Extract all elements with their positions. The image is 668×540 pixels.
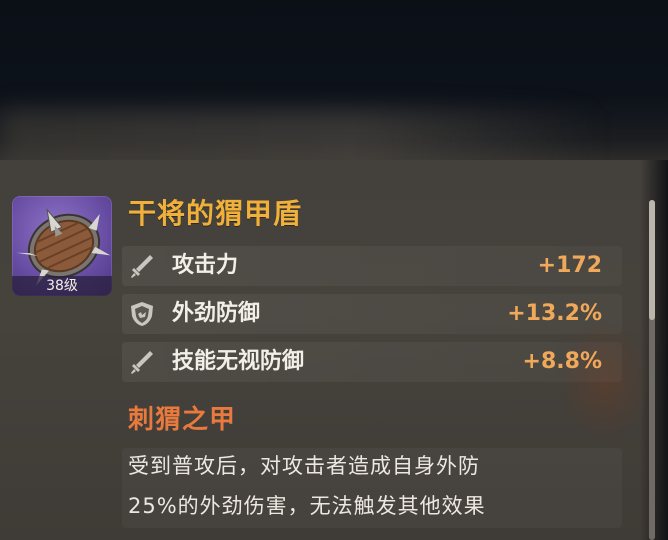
sword-icon [131,351,153,374]
stat-row-attack: 攻击力 +172 [122,246,622,286]
item-level-badge: 38级 [12,276,112,296]
skill-title: 刺猬之甲 [128,405,237,435]
stat-name: 技能无视防御 [172,349,305,374]
stat-value: +8.8% [522,349,602,374]
stat-row-ignore-defense: 技能无视防御 +8.8% [122,342,622,382]
skill-description-line: 25%的外劲伤害，无法触发其他效果 [128,494,486,518]
stat-value: +172 [537,253,602,278]
item-name: 干将的猬甲盾 [128,197,303,230]
stat-name: 外劲防御 [172,301,261,326]
shield-icon [131,302,153,326]
skill-description-line: 受到普攻后，对攻击者造成自身外防 [128,454,480,478]
scrollbar-thumb[interactable] [649,200,655,320]
sword-icon [131,255,153,278]
stat-row-defense: 外劲防御 +13.2% [122,294,622,334]
stat-value: +13.2% [507,301,602,326]
stat-name: 攻击力 [172,253,239,278]
